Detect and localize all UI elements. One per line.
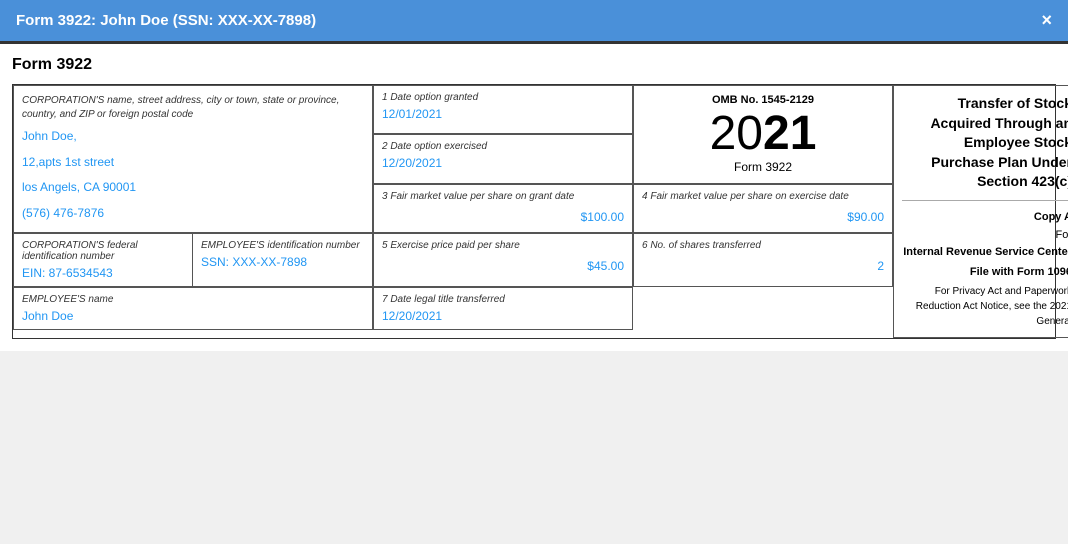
- for-label: For: [902, 227, 1068, 245]
- fmv-grant-cell: 3 Fair market value per share on grant d…: [373, 184, 633, 233]
- year-thin: 20: [710, 107, 763, 160]
- form-body: CORPORATION'S name, street address, city…: [12, 84, 1056, 339]
- fmv-grant-value: $100.00: [382, 210, 624, 224]
- form-container: Form 3922 CORPORATION'S name, street add…: [0, 41, 1068, 351]
- fmv-exercise-value: $90.00: [642, 210, 884, 224]
- date-granted-cell: 1 Date option granted 12/01/2021: [373, 85, 633, 134]
- title-bar-text: Form 3922: John Doe (SSN: XXX-XX-7898): [16, 12, 316, 29]
- date-granted-label: 1 Date option granted: [382, 92, 624, 103]
- close-button[interactable]: ×: [1041, 10, 1052, 31]
- date-exercised-cell: 2 Date option exercised 12/20/2021: [373, 134, 633, 183]
- corp-city: los Angels, CA 90001: [22, 177, 364, 199]
- corp-fed-id-label: CORPORATION'S federal identification num…: [22, 240, 184, 262]
- exercise-price-value: $45.00: [382, 259, 624, 273]
- privacy-text: For Privacy Act and Paperwork Reduction …: [902, 284, 1068, 329]
- date-legal-value: 12/20/2021: [382, 309, 624, 323]
- exercise-price-cell: 5 Exercise price paid per share $45.00: [373, 233, 633, 287]
- exercise-price-label: 5 Exercise price paid per share: [382, 240, 624, 251]
- corp-street: 12,apts 1st street: [22, 152, 364, 174]
- copy-info: Copy A For Internal Revenue Service Cent…: [902, 209, 1068, 262]
- copy-a-label: Copy A: [902, 209, 1068, 227]
- transfer-title: Transfer of Stock Acquired Through an Em…: [902, 94, 1068, 201]
- date-granted-value: 12/01/2021: [382, 107, 624, 121]
- emp-id-cell: EMPLOYEE'S identification number SSN: XX…: [193, 234, 372, 286]
- title-bar: Form 3922: John Doe (SSN: XXX-XX-7898) ×: [0, 0, 1068, 41]
- year-display: 2021: [710, 110, 817, 158]
- omb-cell: OMB No. 1545-2129 2021 Form 3922: [633, 85, 893, 184]
- emp-name-value: John Doe: [22, 309, 364, 323]
- date-legal-cell: 7 Date legal title transferred 12/20/202…: [373, 287, 633, 330]
- shares-transferred-label: 6 No. of shares transferred: [642, 240, 884, 251]
- emp-id-value: SSN: XXX-XX-7898: [201, 255, 364, 269]
- fmv-exercise-label: 4 Fair market value per share on exercis…: [642, 191, 884, 202]
- emp-id-label: EMPLOYEE'S identification number: [201, 240, 364, 251]
- corp-address-label: CORPORATION'S name, street address, city…: [22, 94, 364, 122]
- shares-transferred-cell: 6 No. of shares transferred 2: [633, 233, 893, 287]
- date-legal-label: 7 Date legal title transferred: [382, 294, 624, 305]
- corp-address-cell: CORPORATION'S name, street address, city…: [13, 85, 373, 233]
- file-with: File with Form 1096: [902, 266, 1068, 278]
- omb-number: OMB No. 1545-2129: [712, 94, 814, 106]
- date-exercised-label: 2 Date option exercised: [382, 141, 624, 152]
- id-row: CORPORATION'S federal identification num…: [13, 233, 373, 287]
- date-exercised-value: 12/20/2021: [382, 156, 624, 170]
- corp-fed-id-cell: CORPORATION'S federal identification num…: [14, 234, 193, 286]
- fmv-exercise-cell: 4 Fair market value per share on exercis…: [633, 184, 893, 233]
- corp-name: John Doe,: [22, 126, 364, 148]
- irs-label: Internal Revenue Service Center: [902, 244, 1068, 262]
- form-title: Form 3922: [12, 56, 1056, 74]
- emp-name-cell: EMPLOYEE'S name John Doe: [13, 287, 373, 330]
- form-number-label: Form 3922: [734, 160, 792, 174]
- year-bold: 21: [763, 107, 816, 160]
- corp-fed-id-value: EIN: 87-6534543: [22, 266, 184, 280]
- fmv-grant-label: 3 Fair market value per share on grant d…: [382, 191, 624, 202]
- emp-name-label: EMPLOYEE'S name: [22, 294, 364, 305]
- right-sidebar: Transfer of Stock Acquired Through an Em…: [893, 85, 1068, 338]
- shares-transferred-value: 2: [642, 259, 884, 273]
- corp-phone: (576) 476-7876: [22, 203, 364, 225]
